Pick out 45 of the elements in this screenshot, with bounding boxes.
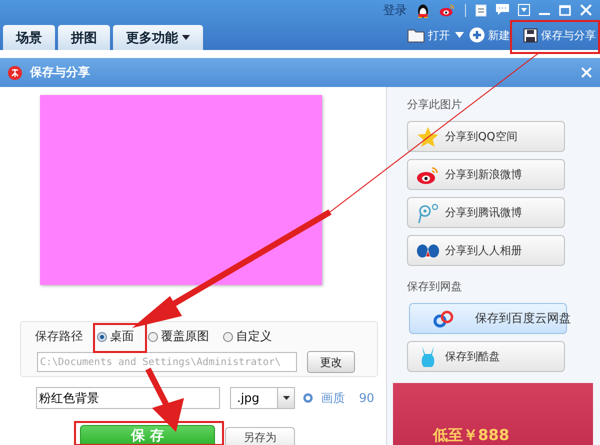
save-button[interactable]: 保存与分享 xyxy=(523,28,596,42)
format-select[interactable]: .jpg xyxy=(230,387,295,409)
radio-option[interactable]: 自定义 xyxy=(223,328,272,345)
save-as-button[interactable]: 另存为 xyxy=(225,427,295,445)
weibo-icon[interactable] xyxy=(439,3,456,17)
share-button[interactable]: 分享到QQ空间 xyxy=(407,121,565,152)
weibo-icon xyxy=(416,164,440,184)
tab[interactable]: 场景 xyxy=(3,25,55,50)
caret-icon xyxy=(182,35,190,40)
share-button[interactable]: 分享到腾讯微博 xyxy=(407,197,565,228)
file-name-field[interactable]: 粉红色背景 xyxy=(36,387,220,409)
ad-banner[interactable]: 低至￥888 xyxy=(393,383,593,445)
save-path-label: 保存路径 xyxy=(35,328,83,345)
save-icon xyxy=(523,28,538,42)
share-button[interactable]: 分享到人人相册 xyxy=(407,235,565,266)
app-logo-icon xyxy=(8,66,22,80)
quality-value: 90 xyxy=(359,391,374,405)
dialog-title: 保存与分享 xyxy=(30,64,90,81)
cloud-heading: 保存到网盘 xyxy=(407,279,463,294)
cloud-link-icon xyxy=(432,310,456,328)
share-heading: 分享此图片 xyxy=(407,97,463,112)
radio-option[interactable]: 桌面 xyxy=(97,328,134,345)
dropdown-icon[interactable] xyxy=(518,4,530,16)
new-button[interactable]: 新建 xyxy=(469,27,510,43)
highlight-box xyxy=(93,323,147,353)
folder-icon xyxy=(407,28,425,42)
radio-option[interactable]: 覆盖原图 xyxy=(148,328,209,345)
plus-icon xyxy=(469,27,485,43)
gear-icon xyxy=(303,393,313,403)
close-icon[interactable] xyxy=(580,4,592,16)
renren-icon xyxy=(416,242,440,260)
tencent-weibo-icon xyxy=(416,202,440,224)
cloud-button[interactable]: 保存到酷盘 xyxy=(407,341,565,372)
tab[interactable]: 更多功能 xyxy=(113,25,203,50)
open-button[interactable]: 打开 xyxy=(407,28,450,42)
share-button[interactable]: 分享到新浪微博 xyxy=(407,159,565,190)
maximize-icon[interactable] xyxy=(559,4,571,16)
chat-icon[interactable] xyxy=(496,4,509,16)
change-button[interactable]: 更改 xyxy=(307,351,355,373)
document-icon[interactable] xyxy=(475,4,487,16)
close-icon[interactable] xyxy=(581,67,592,78)
caret-icon[interactable] xyxy=(282,396,290,400)
star-icon xyxy=(417,126,439,148)
tab[interactable]: 拼图 xyxy=(58,25,110,50)
penguin-icon[interactable] xyxy=(416,2,430,18)
